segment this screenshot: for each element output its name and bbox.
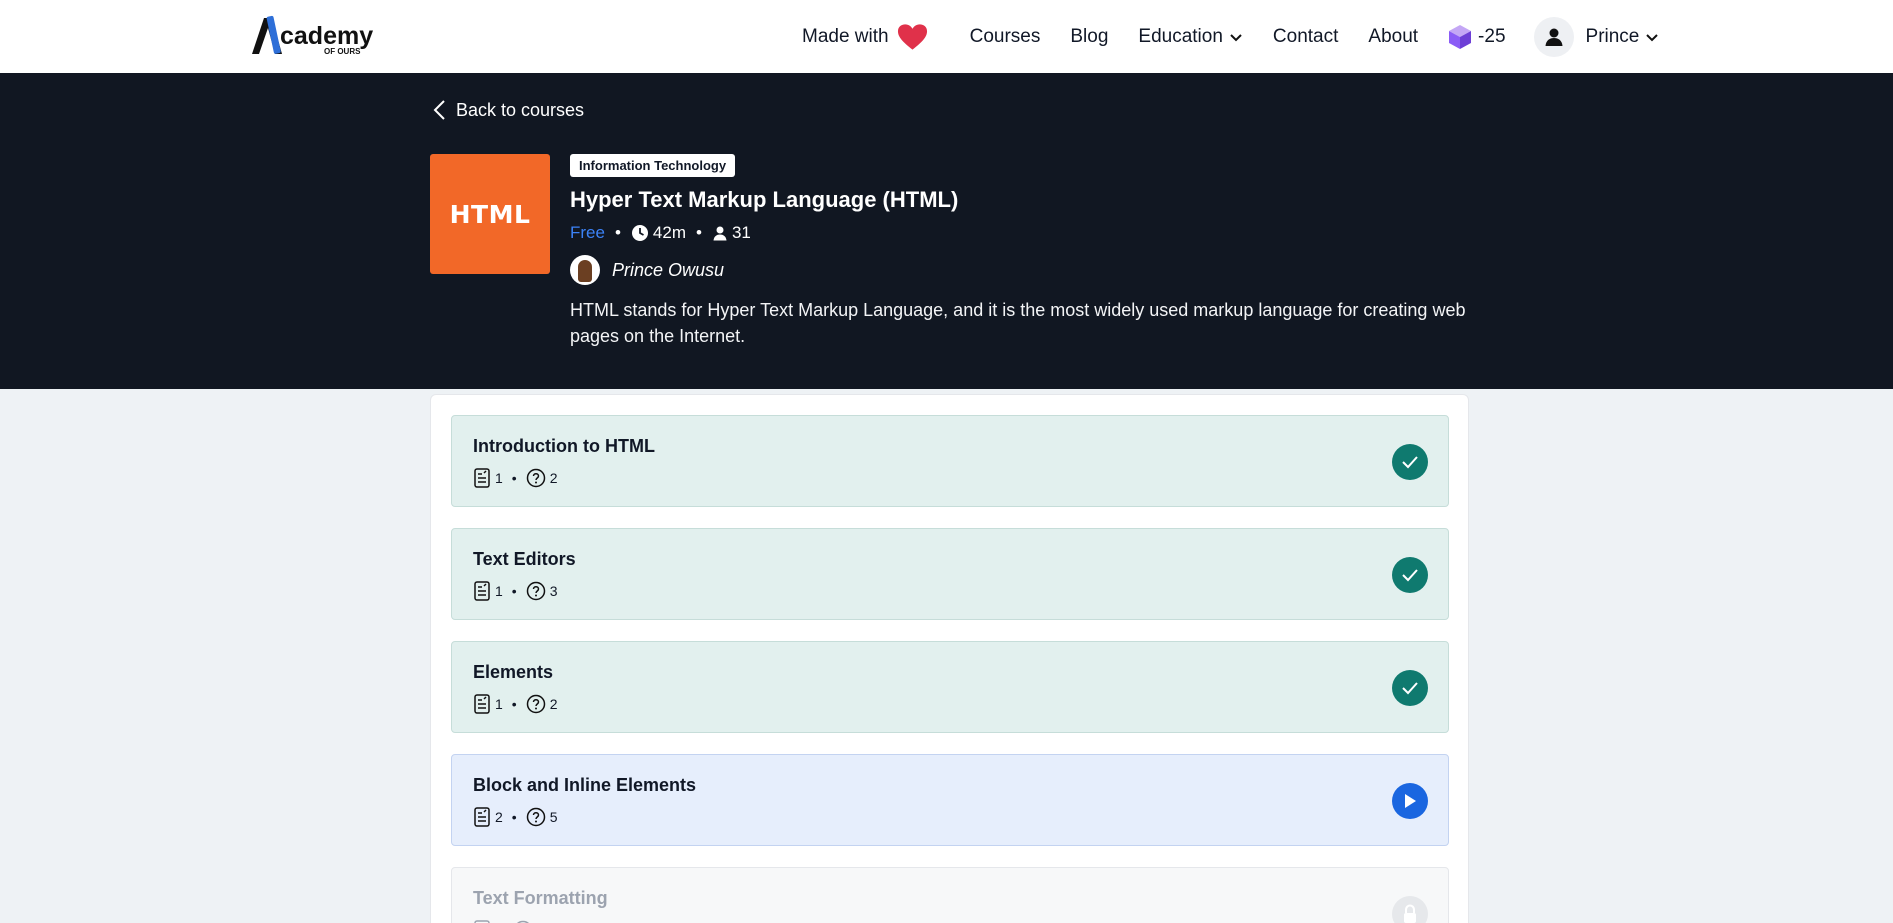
nav-education[interactable]: Education bbox=[1138, 26, 1243, 48]
gem-cube-icon bbox=[1449, 24, 1472, 49]
students-icon bbox=[713, 226, 727, 241]
price-label: Free bbox=[570, 223, 605, 242]
lesson-item[interactable]: Elements 1 • 2 bbox=[451, 641, 1449, 733]
lesson-meta: 2 • 5 bbox=[473, 807, 558, 827]
lesson-title[interactable]: Text Editors bbox=[473, 549, 576, 570]
notes-count: 1 bbox=[495, 583, 503, 599]
academy-logo[interactable]: cademy OF OURS bbox=[250, 14, 390, 58]
duration-value: 42m bbox=[652, 223, 686, 242]
chevron-left-icon[interactable] bbox=[432, 99, 446, 121]
lesson-meta: 1 • 2 bbox=[473, 468, 558, 488]
category-badge: Information Technology bbox=[570, 154, 736, 177]
course-thumbnail: HTML bbox=[430, 154, 550, 274]
quiz-count: 2 bbox=[549, 470, 558, 486]
nav-courses[interactable]: Courses bbox=[970, 26, 1041, 48]
made-with-love: Made with bbox=[802, 23, 928, 51]
made-with-label: Made with bbox=[802, 25, 889, 47]
students-count: 31 bbox=[731, 223, 751, 242]
lesson-item[interactable]: Introduction to HTML 1 • 2 bbox=[451, 415, 1449, 507]
gems-counter[interactable]: -25 bbox=[1448, 24, 1506, 50]
chevron-down-icon[interactable] bbox=[1229, 30, 1243, 44]
course-title: Hyper Text Markup Language (HTML) bbox=[570, 187, 959, 212]
course-header: Back to courses HTML Information Technol… bbox=[0, 73, 1893, 389]
lesson-title[interactable]: Elements bbox=[473, 662, 553, 683]
lesson-title[interactable]: Block and Inline Elements bbox=[473, 775, 696, 796]
author-avatar[interactable] bbox=[570, 255, 600, 285]
nav-contact[interactable]: Contact bbox=[1273, 26, 1338, 48]
notes-count: 2 bbox=[495, 809, 503, 825]
clock-icon bbox=[631, 225, 648, 241]
user-menu[interactable]: Prince bbox=[1533, 16, 1660, 57]
meta-separator: • bbox=[696, 223, 702, 242]
question-icon bbox=[526, 694, 545, 714]
quiz-count: 3 bbox=[549, 583, 558, 599]
lesson-item-locked: Text Formatting bbox=[451, 867, 1449, 923]
lesson-meta: 1 • 3 bbox=[473, 581, 558, 601]
question-icon bbox=[526, 581, 545, 601]
logo-subtext: OF OURS bbox=[324, 47, 361, 56]
quiz-count: 5 bbox=[549, 809, 558, 825]
notes-icon bbox=[474, 581, 490, 601]
lesson-meta: 1 • 2 bbox=[473, 694, 558, 714]
notes-count: 1 bbox=[495, 470, 503, 486]
user-icon bbox=[1545, 28, 1563, 46]
lesson-item[interactable]: Text Editors 1 • 3 bbox=[451, 528, 1449, 620]
completed-check-icon bbox=[1392, 670, 1428, 706]
back-to-courses-link[interactable]: Back to courses bbox=[432, 99, 584, 121]
course-description: HTML stands for Hyper Text Markup Langua… bbox=[570, 300, 1466, 346]
course-meta: Free • 42m • 31 bbox=[570, 223, 1470, 243]
lesson-title[interactable]: Introduction to HTML bbox=[473, 436, 655, 457]
nav-about[interactable]: About bbox=[1368, 26, 1418, 48]
lesson-title: Text Formatting bbox=[473, 888, 608, 908]
course-thumbnail-text: HTML bbox=[449, 199, 531, 229]
author-name[interactable]: Prince Owusu bbox=[612, 260, 724, 281]
course-author[interactable]: Prince Owusu bbox=[570, 255, 1470, 285]
question-icon bbox=[526, 468, 545, 488]
top-navbar: cademy OF OURS Made with Courses Blog Ed… bbox=[0, 0, 1893, 73]
gems-value: -25 bbox=[1478, 25, 1506, 47]
question-icon bbox=[526, 807, 545, 827]
user-name[interactable]: Prince bbox=[1586, 26, 1640, 48]
nav-blog[interactable]: Blog bbox=[1070, 26, 1108, 48]
play-icon[interactable] bbox=[1392, 783, 1428, 819]
notes-count: 1 bbox=[495, 696, 503, 712]
lessons-panel: Introduction to HTML 1 • 2 Text Editors … bbox=[430, 394, 1469, 923]
notes-icon bbox=[474, 694, 490, 714]
heart-icon bbox=[897, 23, 927, 50]
notes-icon bbox=[474, 468, 490, 488]
chevron-down-icon[interactable] bbox=[1645, 30, 1659, 44]
logo-text: cademy bbox=[280, 22, 373, 50]
completed-check-icon bbox=[1392, 557, 1428, 593]
completed-check-icon bbox=[1392, 444, 1428, 480]
notes-icon bbox=[474, 807, 490, 827]
quiz-count: 2 bbox=[549, 696, 558, 712]
lesson-item-active[interactable]: Block and Inline Elements 2 • 5 bbox=[451, 754, 1449, 846]
lock-icon bbox=[1392, 896, 1428, 923]
user-avatar[interactable] bbox=[1533, 16, 1574, 57]
meta-separator: • bbox=[614, 223, 621, 242]
